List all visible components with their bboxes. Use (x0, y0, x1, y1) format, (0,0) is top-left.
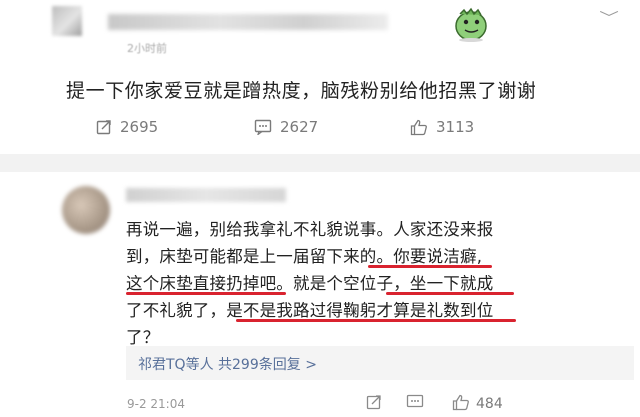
comment-icon[interactable] (406, 394, 424, 410)
red-underline (386, 292, 514, 295)
share-button[interactable]: 2695 (96, 118, 158, 136)
post-text: 提一下你家爱豆就是蹭热度，脑残粉别给他招黑了谢谢 (66, 80, 537, 102)
reply-summary-box[interactable]: 祁君TQ等人 共299条回复 > (126, 346, 634, 380)
comment-button[interactable]: 2627 (254, 118, 318, 136)
weibo-post: 2小时前 ﹀ 提一下你家爱豆就是蹭热度，脑残粉别给他招黑了谢谢 2695 262… (0, 0, 640, 154)
red-underline (368, 265, 492, 268)
comment-count: 2627 (280, 118, 319, 136)
reply-summary-link[interactable]: 祁君TQ等人 共299条回复 > (138, 354, 317, 374)
thumbs-up-icon[interactable] (452, 394, 470, 411)
share-count: 2695 (120, 118, 159, 136)
share-icon (96, 120, 111, 135)
thumbs-up-icon (410, 119, 427, 135)
blurred-commenter-name[interactable] (126, 188, 286, 202)
like-count: 3113 (436, 118, 475, 136)
comment-line: 了不礼貌了，是不是我路过得鞠躬才算是礼数到位 (126, 301, 494, 320)
red-underline (236, 319, 516, 322)
comment-line: 这个床垫直接扔掉吧。就是个空位子，坐一下就成 (126, 274, 494, 293)
blurred-avatar[interactable] (52, 6, 82, 36)
chevron-down-icon[interactable]: ﹀ (599, 8, 619, 28)
post-time: 2小时前 (127, 42, 167, 55)
comment-icon (254, 119, 272, 135)
blurred-username[interactable] (108, 14, 388, 30)
red-underline (126, 292, 286, 295)
comment-like-count: 484 (476, 396, 503, 412)
blurred-commenter-avatar[interactable] (62, 186, 110, 234)
share-icon[interactable] (366, 394, 382, 410)
like-button[interactable]: 3113 (410, 118, 474, 136)
dinosaur-sticker-icon (455, 7, 487, 42)
comment-item: 再说一遍，别给我拿礼不礼貌说事。人家还没来报 到，床垫可能都是上一届留下来的。你… (0, 172, 640, 417)
comment-line: 到，床垫可能都是上一届留下来的。你要说洁癖, (126, 247, 483, 266)
comment-line: 了？ (126, 328, 160, 347)
comment-time: 9-2 21:04 (127, 397, 185, 411)
comment-line: 再说一遍，别给我拿礼不礼貌说事。人家还没来报 (126, 220, 494, 239)
